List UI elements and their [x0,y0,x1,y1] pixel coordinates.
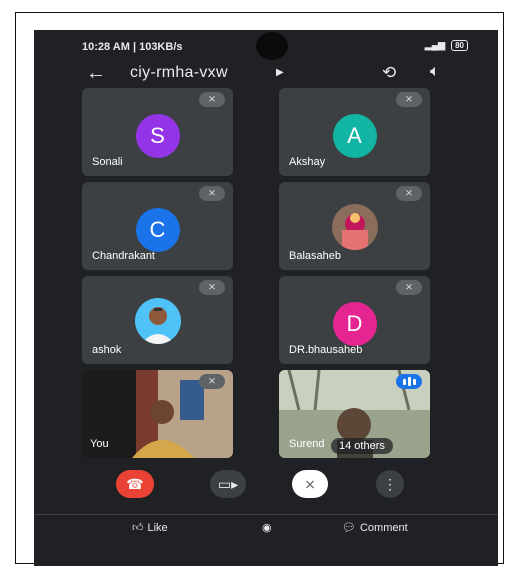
speaker-icon[interactable]: 🔈︎ [430,63,440,81]
mic-off-icon: ⨯ [199,374,225,389]
battery-indicator: 80 [451,40,468,51]
participant-name: Akshay [289,156,326,168]
participant-name: Balasaheb [289,250,341,262]
circle-icon: ◉ [262,522,272,534]
call-controls: ☎ ▭▸ ⨯ ⋮ [34,470,498,506]
self-video-tile[interactable]: ⨯ You [82,370,233,458]
social-actions-bar: 👍︎ Like ◉ 💬︎ Comment [34,514,498,566]
camera-toggle-button[interactable]: ▭▸ [210,470,246,498]
comment-button[interactable]: 💬︎ Comment [342,521,408,535]
participant-name: Chandrakant [92,250,155,262]
phone-screen: 10:28 AM | 103KB/s ▂▄▆ 80 ← ciy-rmha-vxw… [34,30,498,566]
others-video-tile[interactable]: Surend 14 others [279,370,430,458]
more-options-button[interactable]: ⋮ [376,470,404,498]
comment-label: Comment [359,521,408,534]
avatar: D [332,302,377,346]
like-button[interactable]: 👍︎ Like [132,521,168,535]
participant-name: ashok [92,344,122,356]
more-icon: ⋮ [383,475,397,492]
participant-tile[interactable]: ⨯ C Chandrakant [82,182,233,270]
end-call-button[interactable]: ☎ [116,470,154,498]
mic-off-icon: ⨯ [396,186,422,201]
avatar: C [135,208,180,252]
participant-tile[interactable]: ⨯ Balasaheb [279,182,430,270]
participant-tile[interactable]: ⨯ S Sonali [82,88,233,176]
meeting-code[interactable]: ciy-rmha-vxw [130,64,228,82]
mic-off-icon: ⨯ [199,186,225,201]
mic-off-icon: ⨯ [396,92,422,107]
like-icon: 👍︎ [132,522,144,534]
participant-name: DR.bhausaheb [289,344,363,356]
status-indicators: ▂▄▆ 80 [425,40,468,51]
mic-off-icon: ⨯ [304,475,316,492]
avatar-photo [134,298,181,344]
signal-icon: ▂▄▆ [424,40,446,50]
others-count-badge[interactable]: 14 others [331,438,393,454]
avatar: A [332,114,377,158]
mic-off-icon: ⨯ [396,280,422,295]
participant-tile[interactable]: ⨯ ashok [82,276,233,364]
camera-notch [256,32,288,60]
avatar-photo [331,204,378,250]
comment-icon: 💬︎ [342,522,356,534]
avatar: S [135,114,180,158]
meeting-header: ← ciy-rmha-vxw ▶ ⟲ 🔈︎ [34,60,498,90]
back-arrow-icon[interactable]: ← [86,62,106,85]
status-bar: 10:28 AM | 103KB/s ▂▄▆ 80 [34,30,498,62]
home-button[interactable]: ◉ [262,521,272,534]
status-time: 10:28 AM | 103KB/s [82,41,183,53]
participant-tile[interactable]: ⨯ D DR.bhausaheb [279,276,430,364]
mic-off-icon: ⨯ [199,92,225,107]
participant-name: You [90,438,109,450]
speaking-indicator-icon [396,374,422,389]
mic-off-icon: ⨯ [199,280,225,295]
mic-toggle-button[interactable]: ⨯ [292,470,328,498]
camera-icon: ▭▸ [217,475,239,492]
switch-camera-icon[interactable]: ⟲ [382,63,396,83]
participant-name: Sonali [92,156,123,168]
end-call-icon: ☎ [126,475,144,492]
participant-tile[interactable]: ⨯ A Akshay [279,88,430,176]
like-label: Like [147,521,168,534]
caret-right-icon[interactable]: ▶ [276,67,284,78]
participant-name: Surend [289,438,325,450]
